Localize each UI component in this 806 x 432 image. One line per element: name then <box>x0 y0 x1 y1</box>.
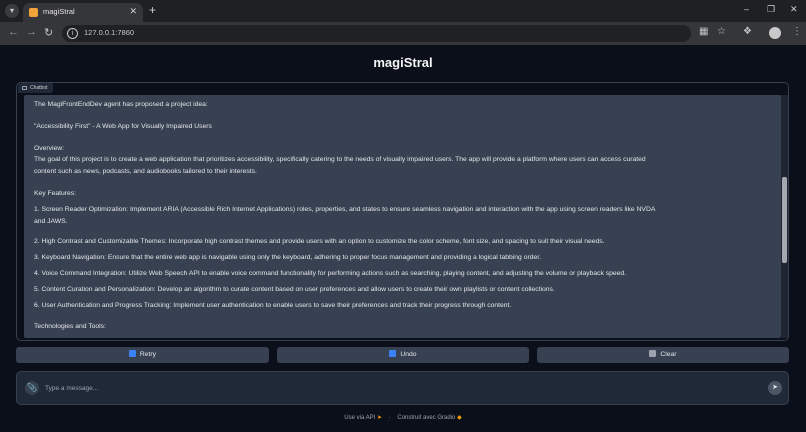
back-icon[interactable]: ← <box>8 26 19 38</box>
browser-window: ▾ magiStral ✕ + – ❐ ✕ ← → ↻ i 127.0.0.1:… <box>0 0 806 432</box>
tab-title: magiStral <box>43 7 75 16</box>
close-tab-icon[interactable]: ✕ <box>129 6 137 17</box>
undo-button[interactable]: Undo <box>277 347 529 363</box>
restore-icon[interactable]: ❐ <box>767 4 775 15</box>
chat-scrollbar[interactable] <box>781 95 788 338</box>
message-line: 4. Voice Command Integration: Utilize We… <box>34 270 626 277</box>
browser-toolbar: ← → ↻ i 127.0.0.1:7860 ▦ ☆ ❖ ⋮ <box>0 22 806 45</box>
retry-icon <box>128 350 136 357</box>
chat-icon <box>22 85 27 90</box>
minimize-icon[interactable]: – <box>744 4 749 14</box>
extensions-icon[interactable]: ❖ <box>743 26 752 37</box>
message-line: The MagiFrontEndDev agent has proposed a… <box>34 101 208 108</box>
undo-icon <box>389 350 397 357</box>
gradio-logo-icon: ◆ <box>457 415 462 421</box>
tab-favicon-icon <box>29 8 38 17</box>
translate-icon[interactable]: ▦ <box>699 26 708 37</box>
browser-tab[interactable]: magiStral ✕ <box>23 3 143 22</box>
message-line: 5. Content Curation and Personalization:… <box>34 286 555 293</box>
chatbot-label-text: Chatbot <box>30 85 48 91</box>
rocket-icon: ➤ <box>376 415 383 421</box>
chatbot-label: Chatbot <box>18 83 53 93</box>
address-bar[interactable]: i 127.0.0.1:7860 <box>62 25 691 42</box>
new-tab-icon[interactable]: + <box>149 3 156 17</box>
built-with-gradio-link[interactable]: Construit avec Gradio <box>397 415 455 421</box>
page-title: magiStral <box>373 55 433 70</box>
message-input[interactable] <box>45 383 745 393</box>
send-icon[interactable]: ➤ <box>768 381 782 395</box>
use-via-api-link[interactable]: Use via API <box>344 415 375 421</box>
message-line: 1. Screen Reader Optimization: Implement… <box>34 206 656 213</box>
tab-bar: ▾ magiStral ✕ + – ❐ ✕ <box>0 0 806 22</box>
tab-search-icon[interactable]: ▾ <box>5 4 19 18</box>
forward-icon[interactable]: → <box>26 26 37 38</box>
message-line: Technologies and Tools: <box>34 323 106 330</box>
clear-button[interactable]: Clear <box>537 347 789 363</box>
undo-label: Undo <box>400 351 417 358</box>
message-line: The goal of this project is to create a … <box>34 156 646 163</box>
close-window-icon[interactable]: ✕ <box>790 4 798 15</box>
site-info-icon[interactable]: i <box>67 28 78 39</box>
trash-icon <box>649 350 657 357</box>
message-input-row: 📎 ➤ <box>16 371 789 405</box>
menu-dots-icon[interactable]: ⋮ <box>792 26 802 37</box>
scrollbar-thumb[interactable] <box>782 177 787 263</box>
attach-file-icon[interactable]: 📎 <box>25 381 39 395</box>
profile-avatar[interactable] <box>769 27 781 39</box>
clear-label: Clear <box>660 351 677 358</box>
message-line: Key Features: <box>34 190 77 197</box>
footer: Use via API ➤ · Construit avec Gradio ◆ <box>0 414 806 421</box>
retry-button[interactable]: Retry <box>16 347 269 363</box>
message-line: Overview: <box>34 145 65 152</box>
message-line: 3. Keyboard Navigation: Ensure that the … <box>34 254 541 261</box>
footer-separator: · <box>388 415 391 421</box>
reload-icon[interactable]: ↻ <box>44 26 53 39</box>
retry-label: Retry <box>139 351 157 358</box>
chat-message: The MagiFrontEndDev agent has proposed a… <box>24 95 781 338</box>
message-line: 2. High Contrast and Customizable Themes… <box>34 238 605 245</box>
message-line: content such as news, podcasts, and audi… <box>34 168 257 175</box>
message-line: 6. User Authentication and Progress Trac… <box>34 302 512 309</box>
bookmark-star-icon[interactable]: ☆ <box>717 26 726 37</box>
message-line: "Accessibility First" - A Web App for Vi… <box>34 123 212 130</box>
message-line: and JAWS. <box>34 218 68 225</box>
url-text: 127.0.0.1:7860 <box>84 28 135 37</box>
